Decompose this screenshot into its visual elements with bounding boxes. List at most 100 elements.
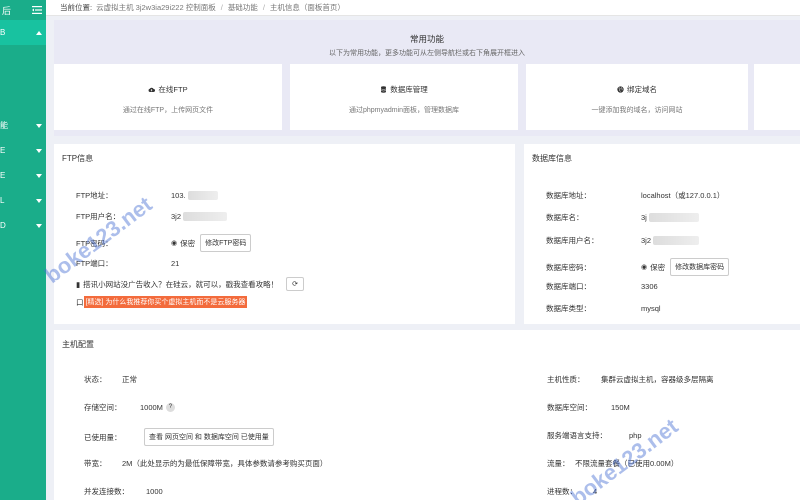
promo-link[interactable]: [精选] 为什么我推荐你买个虚拟主机而不是云服务器	[83, 296, 248, 308]
sidebar-item-2[interactable]: E	[0, 138, 46, 163]
caret-down-icon	[36, 173, 42, 178]
sidebar-item-label: E	[0, 146, 6, 155]
ftp-port-label: FTP端口：	[76, 259, 113, 268]
host-dbspace-row: 数据库空间： 150M	[547, 402, 630, 413]
db-password-row: 数据库密码： ◉ 保密 修改数据库密码	[546, 258, 730, 276]
eye-slash-icon[interactable]: ◉	[171, 239, 177, 247]
host-used-label: 已使用量：	[84, 432, 122, 442]
ftp-title: FTP信息	[62, 154, 94, 163]
db-panel: 数据库信息 数据库地址： localhost（或127.0.0.1） 数据库名：…	[524, 144, 800, 324]
card-database-manage[interactable]: 数据库管理 通过phpmyadmin面板，管理数据库	[290, 64, 518, 130]
sidebar-item-label: L	[0, 196, 5, 205]
host-title: 主机配置	[62, 340, 94, 349]
host-status-row: 状态： 正常	[84, 374, 137, 385]
host-nature-label: 主机性质：	[547, 375, 585, 384]
host-bandwidth-value: 2M（此处显示的为最低保障带宽，具体参数请参考购买页面）	[122, 459, 328, 468]
card-title: 数据库管理	[390, 85, 428, 94]
eye-slash-icon[interactable]: ◉	[641, 263, 647, 271]
sidebar-item-label: D	[0, 221, 6, 230]
host-bandwidth-label: 带宽：	[84, 459, 107, 468]
db-type-row: 数据库类型： mysql	[546, 303, 661, 314]
ftp-port-value: 21	[171, 259, 180, 268]
db-name-row: 数据库名： 3j	[546, 212, 699, 223]
sidebar-header: 后	[0, 0, 46, 20]
ftp-ad-row: ▮ 搭讯小网站没广告收入？在硅云，就可以，戳我查看攻略！ ⟳	[76, 277, 305, 291]
host-proc-label: 进程数：	[547, 487, 577, 496]
sidebar: 后 B 能 E E L D	[0, 0, 46, 500]
change-ftp-password-button[interactable]: 修改FTP密码	[200, 234, 252, 252]
card-bind-domain[interactable]: 绑定域名 一键添加我的域名，访问网站	[526, 64, 748, 130]
sidebar-item-host[interactable]: B	[0, 20, 46, 45]
breadcrumb: 当前位置: 云虚拟主机 3j2w3ia29i222 控制面板 / 基础功能 / …	[46, 0, 800, 16]
host-nature-value: 集群云虚拟主机，容器级多层隔离	[601, 375, 714, 384]
caret-up-icon	[36, 30, 42, 35]
card-more[interactable]	[754, 64, 800, 130]
caret-down-icon	[36, 198, 42, 203]
refresh-button[interactable]: ⟳	[286, 277, 305, 291]
host-proc-value: 4	[593, 487, 598, 496]
ftp-ad-text[interactable]: 搭讯小网站没广告收入？在硅云，就可以，戳我查看攻略！	[83, 279, 278, 290]
view-usage-button[interactable]: 查看 网页空间 和 数据库空间 已使用量	[144, 428, 274, 446]
breadcrumb-site[interactable]: 云虚拟主机 3j2w3ia29i222 控制面板	[96, 2, 216, 13]
db-address-value: localhost（或127.0.0.1）	[641, 191, 725, 200]
host-conn-value: 1000	[146, 487, 163, 496]
ftp-user-row: FTP用户名： 3j2	[76, 211, 228, 222]
host-status-value: 正常	[122, 375, 137, 384]
common-subtitle: 以下为常用功能，更多功能可从左侧导航栏或右下角展开框进入	[329, 50, 525, 57]
host-storage-row: 存储空间： 1000M ?	[84, 402, 175, 413]
db-title: 数据库信息	[532, 154, 572, 163]
db-type-value: mysql	[641, 304, 661, 313]
ftp-promo-row: 口 [精选] 为什么我推荐你买个虚拟主机而不是云服务器	[76, 296, 248, 308]
refresh-icon: ⟳	[292, 281, 299, 288]
db-address-row: 数据库地址： localhost（或127.0.0.1）	[546, 190, 724, 201]
host-panel: 主机配置 状态： 正常 存储空间： 1000M ? 已使用量： 查看 网页空间 …	[54, 330, 800, 500]
ftp-address-row: FTP地址： 103.	[76, 190, 218, 201]
db-port-row: 数据库端口： 3306	[546, 281, 658, 292]
sidebar-item-5[interactable]: D	[0, 213, 46, 238]
db-port-value: 3306	[641, 282, 658, 291]
host-lang-value: php	[629, 431, 642, 440]
card-title: 在线FTP	[158, 85, 188, 94]
cloud-upload-icon	[148, 87, 156, 92]
db-name-value: 3j	[641, 213, 647, 222]
sidebar-item-3[interactable]: E	[0, 163, 46, 188]
change-db-password-button[interactable]: 修改数据库密码	[670, 258, 730, 276]
menu-collapse-icon[interactable]	[32, 6, 42, 14]
host-lang-label: 服务端语言支持：	[547, 431, 607, 440]
card-online-ftp[interactable]: 在线FTP 通过在线FTP，上传网页文件	[54, 64, 282, 130]
db-user-row: 数据库用户名： 3j2	[546, 235, 700, 246]
caret-down-icon	[36, 123, 42, 128]
host-traffic-label: 流量：	[547, 459, 570, 468]
sidebar-item-4[interactable]: L	[0, 188, 46, 213]
host-traffic-row: 流量： 不限流量套餐（已使用0.00M）	[547, 458, 678, 469]
host-bandwidth-row: 带宽： 2M（此处显示的为最低保障带宽，具体参数请参考购买页面）	[84, 458, 327, 469]
sidebar-title: 后	[2, 5, 12, 16]
redacted-mask	[648, 213, 699, 222]
sidebar-item-1[interactable]: 能	[0, 113, 46, 138]
db-type-label: 数据库类型：	[546, 304, 591, 313]
host-used-row: 已使用量： 查看 网页空间 和 数据库空间 已使用量	[84, 428, 274, 446]
sidebar-item-label: 能	[0, 121, 8, 130]
host-conn-row: 并发连接数： 1000	[84, 486, 163, 497]
card-desc: 通过phpmyadmin面板，管理数据库	[348, 107, 460, 114]
common-title: 常用功能	[409, 34, 444, 44]
sidebar-item-label: E	[0, 171, 6, 180]
redacted-mask	[653, 236, 700, 245]
card-title: 绑定域名	[627, 85, 657, 94]
db-address-label: 数据库地址：	[546, 191, 591, 200]
database-icon	[381, 86, 387, 93]
ftp-user-value: 3j2	[171, 212, 182, 221]
db-password-value: 保密	[650, 262, 666, 272]
card-desc: 一键添加我的域名，访问网站	[591, 107, 683, 114]
ftp-password-row: FTP密码： ◉ 保密 修改FTP密码	[76, 234, 252, 252]
breadcrumb-parent[interactable]: 基础功能	[228, 2, 258, 13]
ftp-port-row: FTP端口： 21	[76, 258, 179, 269]
redacted-mask	[183, 212, 228, 221]
host-storage-value: 1000M	[140, 403, 163, 412]
host-proc-row: 进程数： 4	[547, 486, 597, 497]
redacted-mask	[187, 191, 218, 200]
bookmark-icon: ▮	[76, 279, 81, 289]
ftp-password-value: 保密	[180, 238, 196, 248]
db-name-label: 数据库名：	[546, 213, 584, 222]
help-icon[interactable]: ?	[165, 403, 175, 412]
